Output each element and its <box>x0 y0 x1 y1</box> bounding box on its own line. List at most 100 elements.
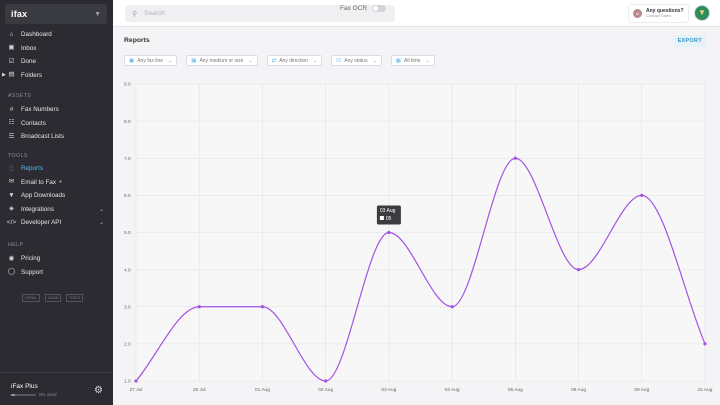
tag-icon: ◉ <box>8 254 15 262</box>
data-point <box>260 305 265 309</box>
download-icon: ▼ <box>8 191 15 199</box>
soc2-badge: SOC2 <box>66 294 84 303</box>
bar-chart-icon: ░ <box>9 164 14 172</box>
support-avatar: ☺ <box>633 9 642 18</box>
hipaa-badge: HIPAA <box>22 294 40 303</box>
sidebar-item-label: Pricing <box>21 255 41 263</box>
tooltip-value: 05 <box>386 216 392 222</box>
email-icon: ✉ <box>8 178 15 185</box>
sidebar-item-label: App Downloads <box>21 192 66 200</box>
section-title-assets: ASSETS <box>8 93 32 99</box>
x-tick-label: 02 Aug <box>318 387 333 393</box>
data-point <box>576 268 581 272</box>
compliance-badges: HIPAA GLBA SOC2 <box>22 294 84 303</box>
y-tick-label: 9.0 <box>124 82 131 88</box>
plan-panel: iFax Plus 0% used ⚙ <box>0 372 113 405</box>
brand-logo: ifax <box>11 9 28 19</box>
info-icon: ● <box>59 179 63 186</box>
sidebar-item-label: Reports <box>21 165 44 173</box>
sidebar-item-integrations[interactable]: ◈ Integrations ⌄ <box>0 203 113 217</box>
usage-text: 0% used <box>39 392 57 397</box>
search-input[interactable] <box>144 10 295 17</box>
y-tick-label: 5.0 <box>124 230 131 236</box>
data-point <box>197 305 201 309</box>
topbar: ⚲ Fax OCR ☺ Any questions? Contact Sales… <box>113 0 720 27</box>
data-point <box>513 156 517 160</box>
data-point <box>450 305 454 309</box>
sidebar-item-email-to-fax[interactable]: ✉ Email to Fax ● <box>0 176 113 190</box>
sidebar-item-folders[interactable]: ▶ ▤ Folders <box>0 69 113 83</box>
integrations-icon: ◈ <box>9 205 14 212</box>
usage-bar-fill <box>11 394 15 396</box>
help-text: Any questions? Contact Sales <box>646 8 684 18</box>
gear-icon[interactable]: ⚙ <box>94 385 103 396</box>
tooltip-swatch <box>379 216 384 220</box>
glba-badge: GLBA <box>44 294 62 303</box>
account-switcher[interactable]: ifax ▼ <box>5 4 107 24</box>
x-tick-label: 15 Aug <box>698 387 713 393</box>
search-icon: ⚲ <box>132 10 138 18</box>
chevron-right-icon: ▶ <box>2 72 6 79</box>
x-tick-label: 01 Aug <box>255 387 270 393</box>
data-point <box>640 193 644 197</box>
help-widget[interactable]: ☺ Any questions? Contact Sales <box>628 4 689 23</box>
sidebar-item-developer-api[interactable]: </> Developer API ⌄ <box>0 216 113 230</box>
sidebar-item-label: Dashboard <box>21 31 52 39</box>
avatar[interactable]: ▼ <box>694 5 710 21</box>
nav-assets: # Fax Numbers ☷ Contacts ☰ Broadcast Lis… <box>0 103 113 144</box>
data-point <box>324 379 328 383</box>
x-tick-label: 08 Aug <box>571 387 586 393</box>
home-icon: ⌂ <box>9 30 14 38</box>
fax-ocr-toggle[interactable] <box>372 5 387 12</box>
nav-tools: ░ Reports ✉ Email to Fax ● ▼ App Downloa… <box>0 162 113 230</box>
tooltip-date: 03 Aug <box>380 208 396 214</box>
sidebar-item-label: Broadcast Lists <box>21 133 65 141</box>
sidebar-item-label: Contacts <box>21 119 46 127</box>
sidebar-item-label: Done <box>21 58 37 66</box>
nav-main: ⌂ Dashboard ▣ Inbox ☑ Done ▶ ▤ Folders <box>0 28 113 82</box>
sidebar-item-dashboard[interactable]: ⌂ Dashboard <box>0 28 113 42</box>
sidebar-item-inbox[interactable]: ▣ Inbox <box>0 42 113 56</box>
fax-ocr-control: Fax OCR <box>340 5 387 12</box>
y-tick-label: 1.0 <box>124 379 131 385</box>
sidebar-item-reports[interactable]: ░ Reports <box>0 162 113 176</box>
x-tick-label: 06 Aug <box>508 387 523 393</box>
chevron-down-icon: ⌄ <box>98 206 104 213</box>
usage-bar <box>11 394 36 396</box>
y-tick-label: 2.0 <box>124 342 131 348</box>
sidebar-item-broadcast-lists[interactable]: ☰ Broadcast Lists <box>0 130 113 144</box>
chevron-down-icon: ▼ <box>94 10 101 18</box>
sidebar-item-label: Folders <box>21 71 42 79</box>
chevron-down-icon: ⌄ <box>98 220 104 227</box>
sidebar-item-label: Inbox <box>21 44 37 52</box>
section-title-tools: TOOLS <box>8 153 28 159</box>
sidebar-item-label: Support <box>21 268 44 276</box>
x-tick-label: 09 Aug <box>634 387 649 393</box>
sidebar-item-contacts[interactable]: ☷ Contacts <box>0 117 113 131</box>
list-icon: ☰ <box>8 132 15 140</box>
reports-chart: 1.0 2.0 3.0 4.0 5.0 6.0 7.0 8.0 9.0 27 Jul 29 Jul 0… <box>124 82 713 393</box>
section-title-help: HELP <box>8 242 24 248</box>
y-tick-label: 8.0 <box>124 119 131 125</box>
sidebar-item-fax-numbers[interactable]: # Fax Numbers <box>0 103 113 117</box>
x-tick-label: 03 Aug <box>381 387 396 393</box>
data-point <box>387 230 391 235</box>
sidebar: ifax ▼ ⌂ Dashboard ▣ Inbox ☑ Done ▶ ▤ Fo… <box>0 0 113 405</box>
y-tick-label: 3.0 <box>124 304 131 310</box>
data-point <box>134 379 138 383</box>
sidebar-item-label: Developer API <box>21 219 62 227</box>
sidebar-item-pricing[interactable]: ◉ Pricing <box>0 252 113 266</box>
y-tick-label: 4.0 <box>124 267 131 273</box>
x-tick-label: 29 Jul <box>193 387 206 393</box>
sidebar-item-done[interactable]: ☑ Done <box>0 55 113 69</box>
sidebar-item-app-downloads[interactable]: ▼ App Downloads <box>0 189 113 203</box>
sidebar-item-support[interactable]: ◯ Support <box>0 266 113 280</box>
sidebar-item-label: Fax Numbers <box>21 106 59 114</box>
code-icon: </> <box>6 218 17 226</box>
fax-ocr-label: Fax OCR <box>340 5 368 12</box>
data-point <box>703 342 707 346</box>
y-tick-label: 7.0 <box>124 156 131 162</box>
main-content: Reports EXPORT ▣ Any fax line ⌄ ▦ Any me… <box>113 28 720 405</box>
sidebar-item-label: Integrations <box>21 205 54 213</box>
x-tick-label: 04 Aug <box>445 387 460 393</box>
